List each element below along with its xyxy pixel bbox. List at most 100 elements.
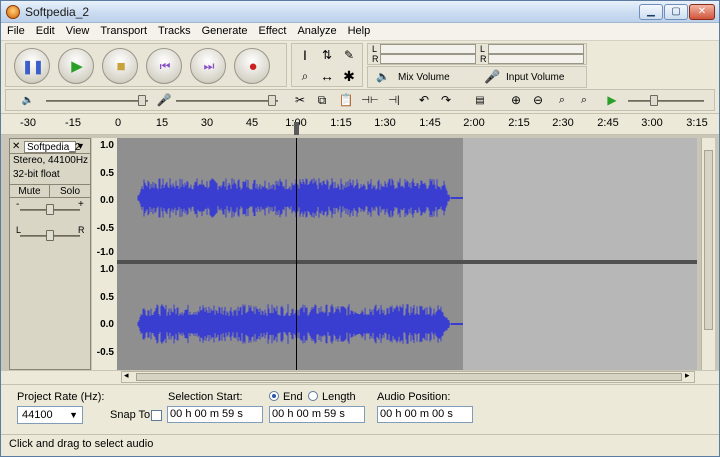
fit-project-icon[interactable]: ⌕ bbox=[574, 92, 594, 109]
sync-lock-icon[interactable]: ▤ bbox=[470, 92, 490, 109]
recording-volume-thumb[interactable] bbox=[268, 95, 276, 106]
menu-generate[interactable]: Generate bbox=[196, 23, 253, 37]
timeline-ruler[interactable]: -30 -15 0 15 30 45 1:00 1:15 1:30 1:45 2… bbox=[1, 113, 719, 135]
scroll-right-icon[interactable]: ▸ bbox=[685, 370, 690, 381]
paste-icon[interactable]: 📋 bbox=[336, 92, 356, 109]
solo-button[interactable]: Solo bbox=[50, 185, 90, 198]
input-mic-icon: 🎤 bbox=[156, 93, 172, 107]
ruler-tick: 30 bbox=[200, 117, 214, 129]
pause-button[interactable]: ❚❚ bbox=[14, 48, 50, 84]
input-meter-right-label: R bbox=[480, 54, 487, 64]
ruler-tick: -30 bbox=[20, 117, 36, 129]
ruler-tick: 15 bbox=[155, 117, 169, 129]
vertical-scroll-thumb[interactable] bbox=[704, 150, 713, 330]
scale-label: 0.0 bbox=[100, 319, 114, 330]
meter-toolbar: L R L R bbox=[367, 43, 587, 65]
menu-help[interactable]: Help bbox=[342, 23, 376, 37]
scale-label: 0.5 bbox=[100, 168, 114, 179]
menu-file[interactable]: File bbox=[1, 23, 30, 37]
project-rate-select[interactable]: 44100 ▼ bbox=[17, 406, 83, 424]
maximize-button[interactable]: ▢ bbox=[664, 4, 688, 20]
pan-thumb[interactable] bbox=[46, 230, 54, 241]
horizontal-scroll-thumb[interactable] bbox=[136, 373, 682, 381]
track-close-button[interactable]: ✕ bbox=[12, 141, 20, 152]
time-unit: m bbox=[419, 408, 429, 420]
scroll-left-icon[interactable]: ◂ bbox=[124, 370, 129, 381]
close-button[interactable]: ✕ bbox=[689, 4, 715, 20]
multi-tool-icon[interactable]: ✱ bbox=[338, 66, 360, 86]
play-button[interactable]: ▶ bbox=[58, 48, 94, 84]
pan-left-label: L bbox=[16, 225, 22, 235]
zoom-out-icon[interactable]: ⊖ bbox=[528, 92, 548, 109]
zoom-in-icon[interactable]: ⊕ bbox=[506, 92, 526, 109]
time-unit: h bbox=[395, 408, 402, 420]
input-meter-left[interactable] bbox=[488, 44, 584, 54]
time-hours: 00 bbox=[380, 408, 393, 420]
channel-divider bbox=[117, 260, 697, 264]
pause-icon: ❚❚ bbox=[22, 59, 44, 74]
toolbar-area: ❚❚ ▶ ■ ⏮ ⏭ ● I ⇅ ✎ ⌕ ↔ ✱ L R L R 🔈 Mix V… bbox=[1, 41, 719, 123]
scale-label: -0.5 bbox=[96, 347, 114, 358]
menu-bar: File Edit View Transport Tracks Generate Effec… bbox=[1, 23, 719, 41]
snap-to-checkbox[interactable] bbox=[151, 410, 162, 421]
cut-icon[interactable]: ✂ bbox=[290, 92, 310, 109]
selection-tool-icon[interactable]: I bbox=[294, 45, 316, 65]
end-radio[interactable]: End bbox=[269, 391, 303, 403]
play-at-speed-icon[interactable]: ▶ bbox=[602, 92, 622, 109]
time-unit: h bbox=[287, 408, 294, 420]
stop-button[interactable]: ■ bbox=[102, 48, 138, 84]
length-radio[interactable]: Length bbox=[308, 391, 356, 403]
draw-tool-icon[interactable]: ✎ bbox=[338, 45, 360, 65]
input-meter-right[interactable] bbox=[488, 54, 584, 64]
scale-label: 1.0 bbox=[100, 140, 114, 151]
zoom-tool-icon[interactable]: ⌕ bbox=[294, 66, 316, 86]
waveform-area[interactable] bbox=[117, 138, 697, 370]
horizontal-scrollbar[interactable]: ◂ ▸ bbox=[121, 370, 695, 383]
menu-effect[interactable]: Effect bbox=[253, 23, 292, 37]
silence-icon[interactable]: ⊣|⊢ bbox=[384, 92, 404, 123]
ruler-tick: 1:30 bbox=[374, 117, 396, 129]
gain-thumb[interactable] bbox=[46, 204, 54, 215]
menu-transport[interactable]: Transport bbox=[94, 23, 152, 37]
track-menu-arrow-icon[interactable]: ▼ bbox=[76, 141, 85, 151]
audio-position-time[interactable]: 00 h 00 m 00 s bbox=[377, 406, 473, 423]
undo-icon[interactable]: ↶ bbox=[414, 92, 434, 109]
time-unit: m bbox=[209, 408, 219, 420]
playback-volume-slider[interactable] bbox=[46, 100, 148, 102]
project-rate-label: Project Rate (Hz): bbox=[17, 391, 105, 403]
cursor-line bbox=[296, 138, 297, 370]
menu-analyze[interactable]: Analyze bbox=[291, 23, 341, 37]
playback-volume-thumb[interactable] bbox=[138, 95, 146, 106]
playback-meter-left[interactable] bbox=[380, 44, 476, 54]
track-info-bitdepth: 32-bit float bbox=[13, 169, 60, 180]
selection-start-time[interactable]: 00 h 00 m 59 s bbox=[167, 406, 263, 423]
length-radio-label: Length bbox=[322, 391, 356, 403]
microphone-icon: 🎤 bbox=[484, 69, 501, 84]
menu-edit[interactable]: Edit bbox=[30, 23, 60, 37]
play-head-marker[interactable] bbox=[294, 122, 299, 135]
waveform-svg bbox=[137, 178, 463, 344]
skip-start-button[interactable]: ⏮ bbox=[146, 48, 182, 84]
track-name-button[interactable]: Softpedia_2 bbox=[24, 141, 80, 153]
record-button[interactable]: ● bbox=[234, 48, 270, 84]
time-unit: s bbox=[237, 408, 243, 420]
minimize-button[interactable]: ▁ bbox=[639, 4, 663, 20]
copy-icon[interactable]: ⧉ bbox=[312, 92, 332, 109]
recording-volume-slider[interactable] bbox=[176, 100, 278, 102]
playback-speed-thumb[interactable] bbox=[650, 95, 658, 106]
skip-end-button[interactable]: ⏭ bbox=[190, 48, 226, 84]
redo-icon[interactable]: ↷ bbox=[436, 92, 456, 109]
trim-icon[interactable]: ⊣⊢ bbox=[360, 92, 380, 109]
mute-button[interactable]: Mute bbox=[10, 185, 50, 198]
menu-view[interactable]: View bbox=[60, 23, 95, 37]
envelope-tool-icon[interactable]: ⇅ bbox=[316, 45, 338, 65]
playback-speed-slider[interactable] bbox=[628, 100, 704, 102]
timeshift-tool-icon[interactable]: ↔ bbox=[316, 66, 338, 86]
playback-meter-right[interactable] bbox=[380, 54, 476, 64]
title-bar[interactable]: Softpedia_2 ▁ ▢ ✕ bbox=[1, 1, 719, 23]
time-seconds: 59 bbox=[324, 408, 337, 420]
selection-end-time[interactable]: 00 h 00 m 59 s bbox=[269, 406, 365, 423]
vertical-scrollbar[interactable] bbox=[701, 138, 715, 370]
menu-tracks[interactable]: Tracks bbox=[152, 23, 196, 37]
fit-selection-icon[interactable]: ⌕ bbox=[552, 92, 572, 109]
